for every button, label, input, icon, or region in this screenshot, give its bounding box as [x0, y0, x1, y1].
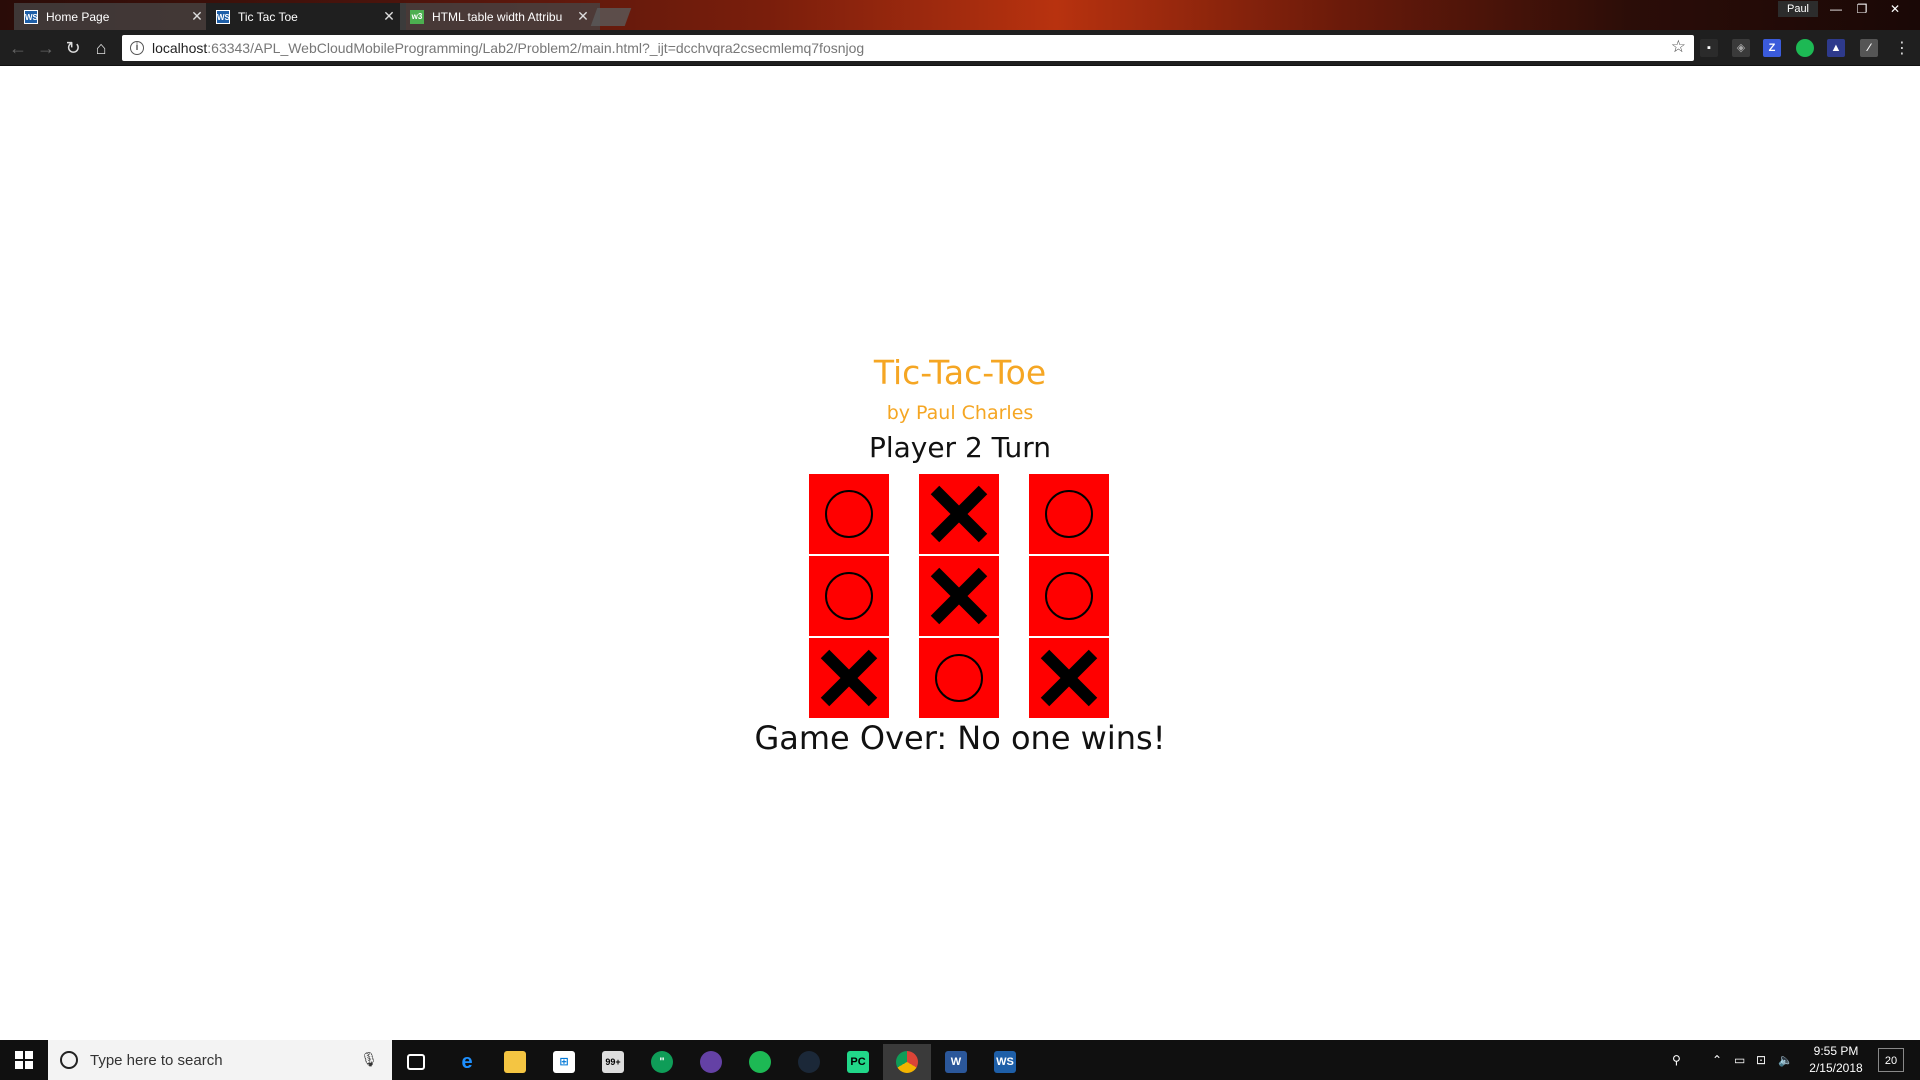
file-explorer-icon[interactable] — [491, 1044, 539, 1080]
page-content: Tic-Tac-Toe by Paul Charles Player 2 Tur… — [0, 67, 1920, 1040]
system-clock[interactable]: 9:55 PM 2/15/2018 — [1798, 1043, 1874, 1077]
profile-button[interactable]: Paul — [1778, 1, 1818, 17]
chrome-icon[interactable] — [883, 1044, 931, 1080]
new-tab-button[interactable] — [590, 8, 632, 26]
board-cell-0-2[interactable] — [1029, 474, 1109, 554]
twitch-icon[interactable] — [687, 1044, 735, 1080]
tab-home-page[interactable]: WS Home Page ✕ — [14, 3, 214, 30]
volume-icon[interactable]: 🔈 — [1778, 1040, 1793, 1080]
webstorm-icon[interactable]: WS — [981, 1044, 1029, 1080]
extension-shield-icon[interactable]: ◈ — [1732, 39, 1750, 57]
board-cell-1-2[interactable] — [1029, 556, 1109, 636]
tab-label: Tic Tac Toe — [238, 9, 298, 24]
minimize-icon[interactable]: — — [1823, 0, 1849, 18]
extension-green-icon[interactable] — [1796, 39, 1814, 57]
o-mark-icon — [1045, 572, 1093, 620]
info-icon[interactable]: i — [130, 41, 144, 55]
address-bar[interactable]: i localhost:63343/APL_WebCloudMobileProg… — [122, 35, 1694, 61]
board-cell-2-2[interactable] — [1029, 638, 1109, 718]
search-placeholder: Type here to search — [90, 1051, 223, 1069]
url-path: :63343/APL_WebCloudMobileProgramming/Lab… — [207, 40, 865, 56]
page-title: Tic-Tac-Toe — [873, 353, 1047, 392]
clock-time: 9:55 PM — [1813, 1044, 1859, 1058]
x-mark-icon — [1040, 649, 1098, 707]
x-mark-icon — [820, 649, 878, 707]
extension-icon[interactable]: ▪ — [1700, 39, 1718, 57]
extension-blue-icon[interactable]: ▲ — [1827, 39, 1845, 57]
url-host: localhost — [152, 40, 208, 56]
tab-tic-tac-toe[interactable]: WS Tic Tac Toe ✕ — [206, 3, 406, 30]
people-icon[interactable]: ⚲ — [1672, 1040, 1681, 1080]
reload-icon[interactable]: ↻ — [61, 36, 85, 60]
browser-menu-icon[interactable]: ⋮ — [1893, 38, 1911, 58]
board-cell-0-0[interactable] — [809, 474, 889, 554]
o-mark-icon — [1045, 490, 1093, 538]
window-close-icon[interactable]: ✕ — [1875, 0, 1915, 18]
game-board — [809, 474, 1110, 719]
action-center-icon[interactable]: 20 — [1878, 1048, 1904, 1072]
tab-label: HTML table width Attribu — [432, 9, 563, 24]
word-icon[interactable]: W — [932, 1044, 980, 1080]
battery-icon[interactable]: ▭ — [1734, 1040, 1745, 1080]
extension-z-icon[interactable]: Z — [1763, 39, 1781, 57]
o-mark-icon — [935, 654, 983, 702]
pycharm-icon[interactable]: PC — [834, 1044, 882, 1080]
turn-indicator: Player 2 Turn — [868, 431, 1052, 464]
author-byline: by Paul Charles — [886, 402, 1034, 424]
game-result: Game Over: No one wins! — [754, 719, 1166, 757]
x-mark-icon — [930, 485, 988, 543]
board-cell-1-0[interactable] — [809, 556, 889, 636]
clock-date: 2/15/2018 — [1809, 1061, 1863, 1075]
task-view-icon[interactable] — [392, 1044, 440, 1080]
edge-icon[interactable]: e — [443, 1044, 491, 1080]
spotify-icon[interactable] — [736, 1044, 784, 1080]
windows-start-button[interactable] — [0, 1040, 48, 1080]
restore-icon[interactable]: ❐ — [1849, 0, 1875, 18]
tab-html-table-width[interactable]: w3 HTML table width Attribu ✕ — [400, 3, 600, 30]
network-icon[interactable]: ⊡ — [1756, 1040, 1766, 1080]
microphone-icon[interactable]: 🎙 — [360, 1051, 378, 1068]
o-mark-icon — [825, 490, 873, 538]
taskbar: Type here to search 🎙 e ⊞ 99+ " PC W WS … — [0, 1040, 1920, 1080]
forward-arrow-icon[interactable]: → — [34, 36, 58, 60]
o-mark-icon — [825, 572, 873, 620]
webstorm-favicon-icon: WS — [24, 9, 38, 24]
board-cell-2-1[interactable] — [919, 638, 999, 718]
steam-icon[interactable] — [785, 1044, 833, 1080]
board-cell-2-0[interactable] — [809, 638, 889, 718]
webstorm-favicon-icon: WS — [216, 9, 230, 24]
extension-pdf-icon[interactable]: ⁄ — [1860, 39, 1878, 57]
home-icon[interactable]: ⌂ — [89, 36, 113, 60]
w3schools-favicon-icon: w3 — [410, 9, 424, 24]
hangouts-icon[interactable]: " — [638, 1044, 686, 1080]
close-icon[interactable]: ✕ — [576, 8, 590, 25]
bookmark-star-icon[interactable]: ☆ — [1671, 37, 1686, 57]
board-cell-0-1[interactable] — [919, 474, 999, 554]
windows-logo-icon — [15, 1051, 33, 1069]
taskbar-search[interactable]: Type here to search 🎙 — [48, 1040, 392, 1080]
tab-label: Home Page — [46, 9, 110, 24]
board-cell-1-1[interactable] — [919, 556, 999, 636]
close-icon[interactable]: ✕ — [190, 8, 204, 25]
mail-icon[interactable]: 99+ — [589, 1044, 637, 1080]
close-icon[interactable]: ✕ — [382, 8, 396, 25]
browser-tabstrip: WS Home Page ✕ WS Tic Tac Toe ✕ w3 HTML … — [0, 0, 1920, 30]
cortana-icon — [60, 1051, 78, 1069]
x-mark-icon — [930, 567, 988, 625]
browser-toolbar: ← → ↻ ⌂ i localhost:63343/APL_WebCloudMo… — [0, 30, 1920, 66]
store-icon[interactable]: ⊞ — [540, 1044, 588, 1080]
tray-chevron-icon[interactable]: ⌃ — [1712, 1040, 1722, 1080]
back-arrow-icon[interactable]: ← — [6, 36, 30, 60]
